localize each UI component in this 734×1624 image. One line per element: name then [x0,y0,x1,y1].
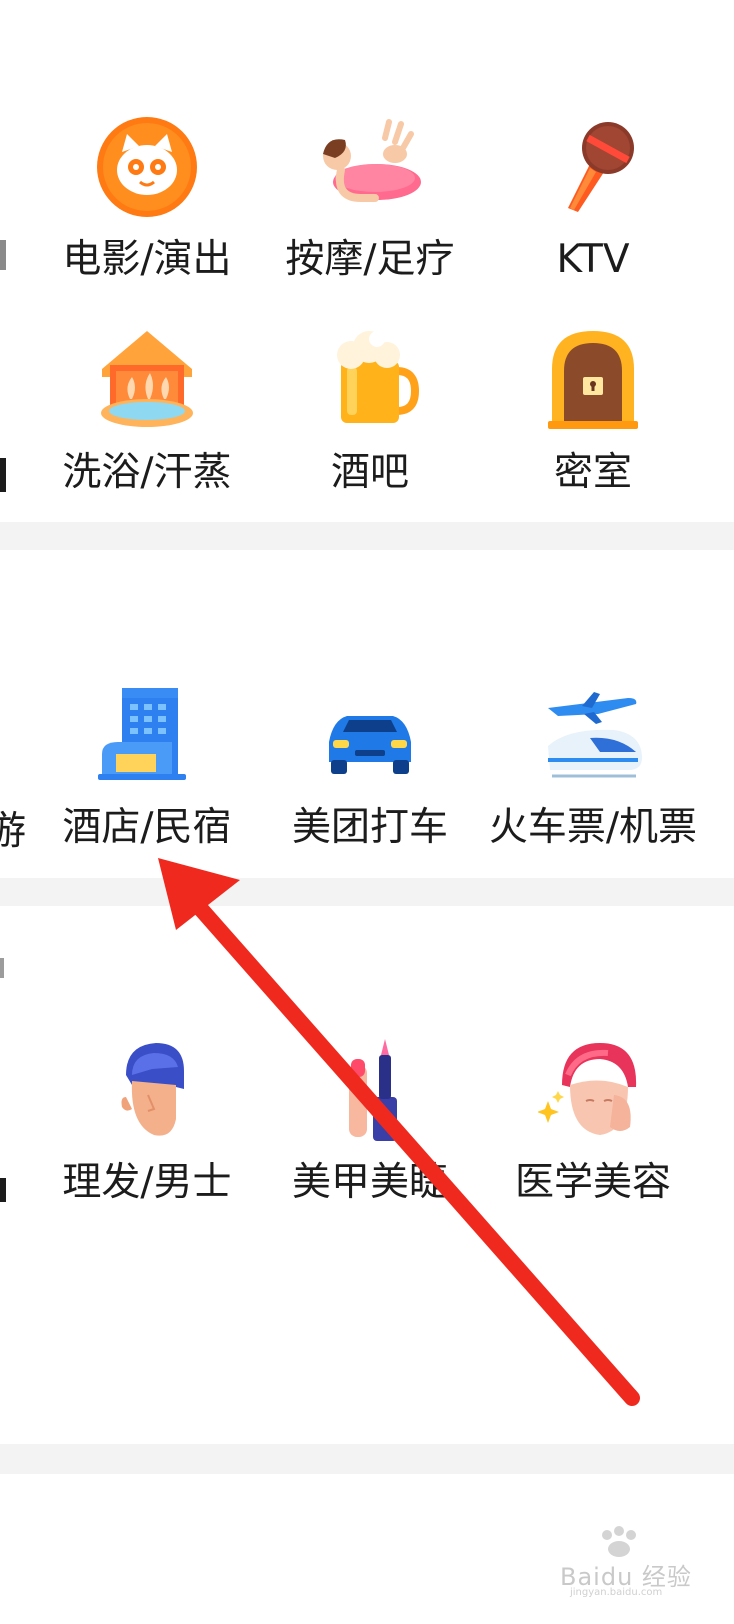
tile-label: 理发/男士 [62,1160,232,1205]
clipped-tile-fragment [0,458,6,492]
tile-label: 酒吧 [330,450,409,495]
tile-movie[interactable]: 电影/演出 [37,112,257,292]
tile-ktv[interactable]: KTV [483,112,703,292]
tile-label: 酒店/民宿 [62,805,232,850]
baidu-watermark: Baidu 经验 jingyan.baidu.com [560,1525,730,1598]
massage-icon [315,112,425,222]
tile-bath[interactable]: 洗浴/汗蒸 [37,325,257,505]
tile-taxi[interactable]: 美团打车 [260,680,480,860]
tile-label: 美甲美睫 [291,1160,448,1205]
tile-label: 美团打车 [291,805,448,850]
section-divider [0,1444,734,1474]
tile-label: 按摩/足疗 [285,237,455,282]
clipped-tile-fragment [0,1178,6,1202]
microphone-icon [538,112,648,222]
tile-nails[interactable]: 美甲美睫 [260,1035,480,1215]
tile-medical-beauty[interactable]: 医学美容 [483,1035,703,1215]
hair-man-icon [92,1035,202,1145]
clipped-tile-fragment [0,240,6,270]
tile-escape-room[interactable]: 密室 [483,325,703,505]
tile-massage[interactable]: 按摩/足疗 [260,112,480,292]
locked-door-icon [538,325,648,435]
tile-label: 洗浴/汗蒸 [62,450,232,495]
section-divider [0,522,734,550]
clipped-label-travel: 游 [0,809,26,854]
tile-label: 密室 [553,450,632,495]
nail-polish-icon [315,1035,425,1145]
watermark-url: jingyan.baidu.com [570,1587,663,1598]
clipped-tile-fragment [0,958,4,978]
section-divider [0,878,734,906]
car-icon [315,680,425,790]
tile-bar[interactable]: 酒吧 [260,325,480,505]
tile-train-flight[interactable]: 火车票/机票 [483,680,703,860]
beer-mug-icon [315,325,425,435]
hotel-building-icon [92,680,202,790]
face-care-icon [538,1035,648,1145]
tile-label: 电影/演出 [62,237,232,282]
tile-label: 医学美容 [514,1160,671,1205]
train-plane-icon [538,680,648,790]
bath-house-icon [92,325,202,435]
tile-label: 火车票/机票 [488,805,698,850]
tile-label: KTV [556,237,630,282]
cat-film-icon [92,112,202,222]
tile-barber[interactable]: 理发/男士 [37,1035,257,1215]
tile-hotel[interactable]: 酒店/民宿 [37,680,257,860]
paw-icon [602,1526,636,1557]
